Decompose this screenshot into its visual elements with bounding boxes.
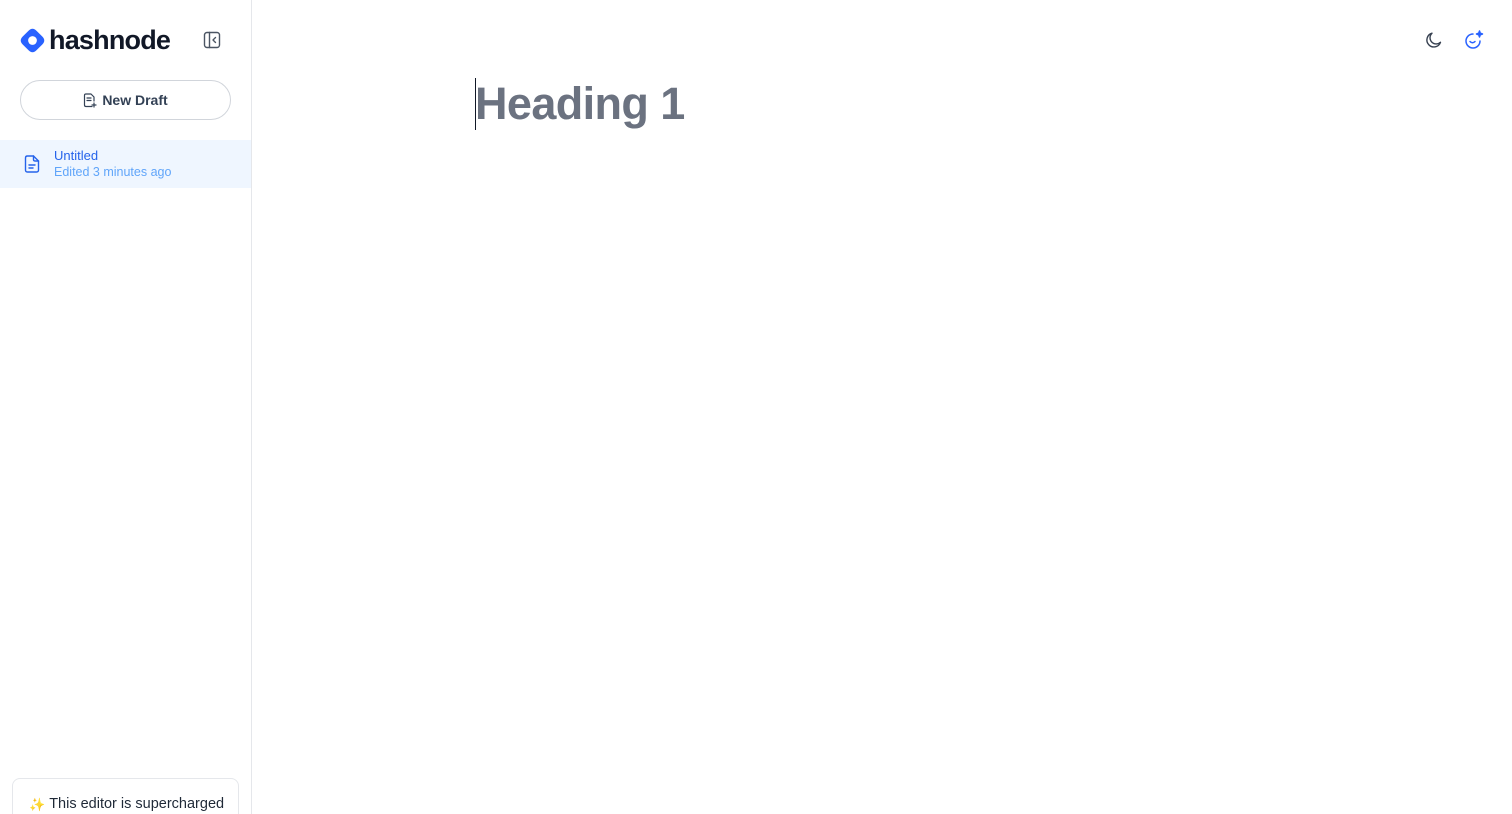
collapse-sidebar-button[interactable] bbox=[200, 28, 224, 52]
brand-name: hashnode bbox=[49, 25, 171, 55]
heading-placeholder: Heading 1 bbox=[475, 78, 685, 129]
sparkle-icon: ✨ bbox=[29, 797, 46, 812]
draft-edited-time: Edited 3 minutes ago bbox=[54, 165, 172, 179]
draft-text: Untitled Edited 3 minutes ago bbox=[54, 148, 171, 180]
document-plus-icon bbox=[84, 92, 97, 108]
brand-logo-link[interactable]: hashnode bbox=[20, 24, 171, 56]
new-draft-label: New Draft bbox=[102, 92, 168, 108]
supercharged-promo-card[interactable]: ✨ This editor is supercharged bbox=[12, 778, 239, 814]
new-draft-button[interactable]: New Draft bbox=[20, 80, 231, 120]
draft-list-item[interactable]: Untitled Edited 3 minutes ago bbox=[0, 140, 251, 188]
ai-sparkle-icon bbox=[1465, 30, 1484, 49]
app-root: hashnode New Draft Untitled Edited 3 min… bbox=[0, 0, 1512, 814]
heading-input[interactable]: Heading 1 bbox=[475, 78, 685, 130]
sidebar-collapse-icon bbox=[203, 31, 221, 49]
document-icon bbox=[24, 155, 40, 173]
ai-assistant-button[interactable] bbox=[1462, 28, 1486, 52]
promo-text: This editor is supercharged bbox=[49, 796, 225, 812]
moon-icon bbox=[1426, 32, 1442, 48]
draft-title: Untitled bbox=[54, 148, 99, 163]
theme-toggle-button[interactable] bbox=[1422, 28, 1446, 52]
sidebar: hashnode New Draft Untitled Edited 3 min… bbox=[0, 0, 252, 814]
editor-area: Heading 1 bbox=[252, 0, 1512, 814]
hashnode-logo-icon bbox=[20, 28, 45, 52]
